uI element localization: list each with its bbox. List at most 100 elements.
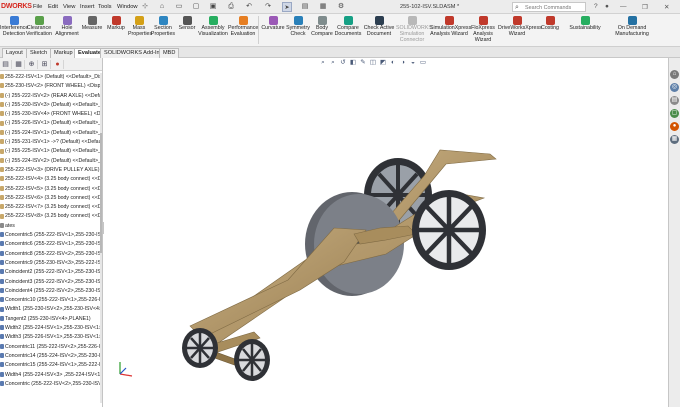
sensor-button[interactable]: Sensor [176, 16, 198, 32]
driveworksxpress-button[interactable]: DriveWorksXpress Wizard [498, 16, 542, 38]
check-active-button[interactable]: Check Active Document [362, 16, 396, 38]
tab-sketch[interactable]: Sketch [26, 48, 52, 58]
menu-tools[interactable]: Tools [98, 4, 112, 10]
tree-item[interactable]: ates [0, 222, 102, 231]
tree-item[interactable]: Concentric (255-222-ISV<2>,255-230-ISV [0, 380, 102, 389]
simulationxpress-button[interactable]: SimulationXpress Analysis Wizard [430, 16, 471, 38]
mass-properties-button[interactable]: Mass Properties [128, 16, 152, 38]
display-manager-icon[interactable]: ● [52, 60, 64, 69]
tree-item[interactable]: (-) 255-224-ISV<1> (Default) <<Default>_ [0, 129, 102, 138]
feature-manager-icon[interactable]: ▤ [0, 60, 12, 69]
tree-item[interactable]: (-) 255-224-ISV<2> (Default) <<Default>_ [0, 157, 102, 166]
resources-icon[interactable]: ◎ [670, 83, 679, 92]
menu-edit[interactable]: Edit [48, 4, 58, 10]
tab-markup[interactable]: Markup [50, 48, 77, 58]
front-left-wheel[interactable] [182, 328, 218, 368]
home-icon[interactable]: ⌂ [670, 70, 679, 79]
tree-item[interactable]: (-) 255-231-ISV<1> ->? (Default) <<Defau [0, 138, 102, 147]
restore-icon[interactable]: ❐ [642, 3, 648, 11]
tree-item[interactable]: 255-222-ISV<5> (3.25 body connect) <<Def [0, 185, 102, 194]
tree-item[interactable]: (-) 255-225-ISV<1> (Default) <<Default>_ [0, 147, 102, 156]
file-explorer-icon[interactable]: ▢ [670, 109, 679, 118]
tree-item[interactable]: Coincident4 (255-222-ISV<2>,255-230-ISV [0, 287, 102, 296]
body-compare-button[interactable]: Body Compare [311, 16, 333, 38]
tree-item[interactable]: 255-222-ISV<1> (Default) <<Default>_Disp… [0, 73, 102, 82]
tree-item[interactable]: Concentric14 (255-224-ISV<2>,255-230-ISV [0, 352, 102, 361]
tree-item[interactable]: Concentric5 (255-222-ISV<1>,255-230-ISV [0, 231, 102, 240]
sustainability-button[interactable]: Sustainability [566, 16, 604, 32]
property-manager-icon[interactable]: ▦ [13, 60, 25, 69]
appearances-icon[interactable]: ● [670, 122, 679, 131]
front-right-wheel[interactable] [234, 339, 270, 381]
print-icon[interactable]: ⎙ [226, 2, 236, 12]
tree-item[interactable]: 255-230-ISV<2> (FRONT WHEEL) <Display S [0, 82, 102, 91]
tab-mbd[interactable]: MBD [159, 48, 180, 58]
minimize-icon[interactable]: — [620, 3, 627, 10]
symmetry-button[interactable]: Symmetry Check [286, 16, 310, 38]
open-document-icon[interactable]: ▢ [191, 2, 201, 12]
menu-window[interactable]: Window [117, 4, 138, 10]
performance-button[interactable]: Performance Evaluation [228, 16, 258, 38]
tree-item[interactable]: Concentric9 (255-230-ISV<3>,255-222-ISV [0, 259, 102, 268]
tree-item[interactable]: Coincident3 (255-222-ISV<2>,255-230-ISV [0, 278, 102, 287]
graphics-area[interactable]: ⌕ ⌕ ↺ ◧ ✎ ◫ ◩ ◐ ◑ ◒ ▭ [104, 58, 668, 407]
interference-button[interactable]: Interference Detection [0, 16, 28, 38]
pin-icon[interactable]: ⊹ [140, 2, 150, 12]
on-demand-manufacturing-button[interactable]: On Demand Manufacturing [610, 16, 654, 38]
tree-item[interactable]: 255-222-ISV<8> (3.25 body connect) <<Def [0, 212, 102, 221]
tree-item[interactable]: Coincident2 (255-222-ISV<1>,255-230-ISV [0, 268, 102, 277]
floxpress-button[interactable]: FloXpress Analysis Wizard [468, 16, 498, 43]
close-icon[interactable]: ✕ [664, 3, 669, 11]
costing-button[interactable]: Costing [536, 16, 564, 32]
tab-solidworks-add-ins[interactable]: SOLIDWORKS Add-Ins [100, 48, 167, 58]
tree-item[interactable]: (-) 255-222-ISV<2> (REAR AXLE) <<Defaul [0, 92, 102, 101]
hole-alignment-button[interactable]: Hole Alignment [54, 16, 80, 38]
tree-item[interactable]: Tangent2 (255-230-ISV<4>,PLANE1) [0, 315, 102, 324]
tree-item[interactable]: Concentric6 (255-222-ISV<1>,255-230-ISV [0, 240, 102, 249]
redo-icon[interactable]: ↷ [263, 2, 273, 12]
tree-item[interactable]: Concentric8 (255-222-ISV<2>,255-230-ISV [0, 250, 102, 259]
tree-item[interactable]: 255-222-ISV<3> (DRIVE PULLEY AXLE) <<De [0, 166, 102, 175]
tree-item[interactable]: Concentric11 (255-222-ISV<2>,255-226-ISV [0, 343, 102, 352]
car-assembly-model[interactable] [104, 58, 668, 407]
design-library-icon[interactable]: ▤ [670, 96, 679, 105]
measure-button[interactable]: Measure [80, 16, 104, 32]
tree-item[interactable]: 255-222-ISV<4> (3.25 body connect) <<Def [0, 175, 102, 184]
rebuild-icon[interactable]: ▤ [300, 2, 310, 12]
assembly-visualization-button[interactable]: Assembly Visualization [198, 16, 228, 38]
tree-item[interactable]: Width3 (255-226-ISV<1>,255-230-ISV<1>, [0, 333, 102, 342]
rear-right-wheel[interactable] [412, 190, 486, 270]
compare-documents-button[interactable]: Compare Documents [334, 16, 362, 38]
clearance-button[interactable]: Clearance Verification [26, 16, 52, 38]
select-arrow-icon[interactable]: ➤ [282, 2, 292, 12]
tree-item[interactable]: 255-222-ISV<6> (3.25 body connect) <<Def [0, 194, 102, 203]
panel-scrollbar-thumb[interactable] [100, 133, 102, 253]
new-document-icon[interactable]: ▭ [174, 2, 184, 12]
markup-button[interactable]: Markup [104, 16, 128, 32]
tree-item[interactable]: Concentric10 (255-222-ISV<1>,255-226-ISV [0, 296, 102, 305]
panel-scrollbar[interactable] [100, 73, 102, 403]
tree-item[interactable]: (-) 255-230-ISV<4> (FRONT WHEEL) <Displa… [0, 110, 102, 119]
dimxpert-manager-icon[interactable]: ⊞ [39, 60, 51, 69]
tree-item[interactable]: 255-222-ISV<7> (3.25 body connect) <<Def [0, 203, 102, 212]
user-icon[interactable]: ● [605, 3, 609, 10]
section-properties-button[interactable]: Section Properties [150, 16, 176, 38]
tree-item[interactable]: (-) 255-230-ISV<3> (Default) <<Default>_ [0, 101, 102, 110]
help-icon[interactable]: ? [594, 3, 598, 10]
custom-properties-icon[interactable]: ▦ [670, 135, 679, 144]
tree-item[interactable]: (-) 255-226-ISV<1> (Default) <<Default>_ [0, 119, 102, 128]
menu-insert[interactable]: Insert [80, 4, 95, 10]
file-properties-icon[interactable]: ▦ [318, 2, 328, 12]
tree-item[interactable]: Width2 (255-224-ISV<1>,255-230-ISV<1>, [0, 324, 102, 333]
options-icon[interactable]: ⚙ [336, 2, 346, 12]
tree-item[interactable]: Width1 (255-230-ISV<2>,255-230-ISV<4>, [0, 305, 102, 314]
menu-file[interactable]: File [33, 4, 42, 10]
tree-item[interactable]: Width4 (255-224-ISV<3> ,255-224-ISV<1> [0, 371, 102, 380]
tree-item[interactable]: Concentric15 (255-224-ISV<1>,255-222-ISV [0, 361, 102, 370]
home-icon[interactable]: ⌂ [157, 2, 167, 12]
undo-icon[interactable]: ↶ [244, 2, 254, 12]
simulation-connector-button[interactable]: SOLIDWORKS Simulation Connector [396, 16, 432, 43]
menu-view[interactable]: View [63, 4, 75, 10]
search-commands-box[interactable]: ⌕ Search Commands [512, 2, 586, 12]
tab-layout[interactable]: Layout [2, 48, 27, 58]
